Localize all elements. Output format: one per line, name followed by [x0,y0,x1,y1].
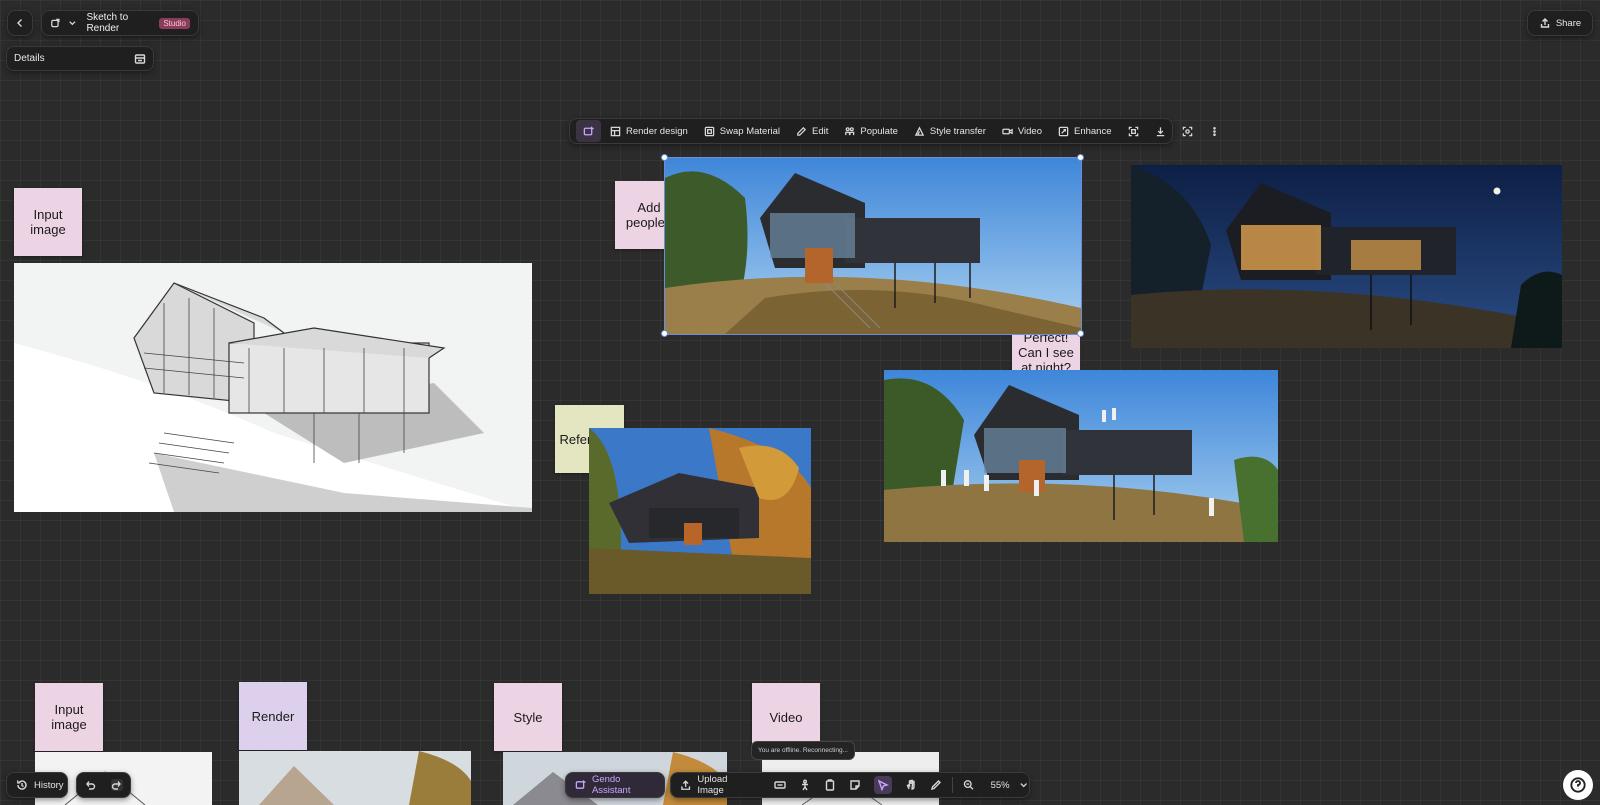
download-icon [1156,126,1164,136]
reference-image[interactable] [589,428,811,594]
style-icon [914,125,925,136]
render-people-image[interactable] [884,370,1278,542]
chevron-left-icon [17,19,22,27]
details-label: Details [14,53,45,64]
selection-handle-ne[interactable] [1077,154,1084,161]
panel-toggle-icon[interactable] [134,53,146,65]
download-button[interactable] [1148,120,1173,142]
edit-label: Edit [812,125,829,137]
swap-material-button[interactable]: Swap Material [697,120,787,142]
populate-label: Populate [860,125,898,137]
assistant-tool-button[interactable] [576,120,601,142]
hand-icon[interactable] [905,779,917,791]
note-input-image-2[interactable]: Input image [35,683,103,751]
person-icon[interactable] [799,779,811,791]
render-night-image[interactable] [1131,165,1562,348]
zoom-level[interactable]: 55% [991,780,1010,791]
enhance-button[interactable]: Enhance [1051,120,1119,142]
sticky-note-icon[interactable] [849,779,861,791]
share-icon [1540,18,1550,28]
image-action-toolbar: Render design Swap Material Edit Populat… [569,118,1216,144]
redo-icon[interactable] [110,779,123,791]
video-label: Video [1017,125,1042,137]
undo-icon[interactable] [84,779,96,791]
render-icon [610,126,621,136]
more-vertical-icon [1212,126,1216,136]
note-style[interactable]: Style [494,683,562,751]
edit-icon [797,126,807,136]
plan-badge: Studio [159,17,190,29]
back-button[interactable] [7,10,33,36]
focus-button[interactable] [1175,120,1200,142]
chevron-down-icon[interactable] [1018,779,1029,791]
assistant-button[interactable]: Gendo Assistant [565,772,665,798]
render-day-image[interactable] [664,157,1082,335]
assistant-icon [575,780,586,789]
crop-button[interactable] [1121,120,1146,142]
video-icon [1002,128,1013,134]
upload-label: Upload Image [697,774,728,796]
select-tool-button[interactable] [874,776,893,794]
history-label: History [34,779,64,791]
history-icon [16,780,27,790]
assistant-label: Gendo Assistant [591,774,631,796]
pointer-icon [878,779,890,791]
pen-square-icon [51,18,60,28]
render-design-label: Render design [626,125,688,137]
swap-material-label: Swap Material [719,125,780,137]
enhance-icon [1058,126,1069,136]
selection-handle-nw[interactable] [661,154,668,161]
enhance-label: Enhance [1074,125,1112,137]
more-options-button[interactable] [1202,120,1227,142]
zoom-out-icon[interactable] [963,779,974,791]
people-icon [845,126,855,135]
pencil-icon[interactable] [930,779,942,791]
bottom-render-image[interactable] [239,751,471,805]
undo-redo-group [76,772,131,798]
edit-button[interactable]: Edit [789,120,835,142]
help-icon [1570,777,1586,793]
upload-image-button[interactable]: Upload Image [671,774,762,796]
details-panel[interactable]: Details [6,46,154,71]
clipboard-icon[interactable] [824,779,836,791]
crop-icon [1128,126,1138,136]
material-icon [704,126,715,136]
chevron-down-icon[interactable] [67,17,78,29]
note-input-image[interactable]: Input image [14,188,82,256]
project-title: Sketch to Render [86,12,129,34]
project-header[interactable]: Sketch to Render Studio [41,10,199,36]
share-button[interactable]: Share [1527,10,1593,36]
share-label: Share [1555,17,1582,29]
offline-toast: You are offline. Reconnecting... [751,741,855,760]
upload-icon [681,780,691,790]
style-transfer-button[interactable]: Style transfer [907,120,993,142]
video-button[interactable]: Video [995,120,1049,142]
note-render[interactable]: Render [239,682,307,750]
render-design-button[interactable]: Render design [603,120,695,142]
selection-handle-se[interactable] [1077,330,1084,337]
text-box-icon[interactable] [774,779,786,791]
focus-icon [1182,126,1192,136]
help-button[interactable] [1563,770,1593,800]
populate-button[interactable]: Populate [837,120,905,142]
selection-handle-sw[interactable] [661,330,668,337]
assistant-icon [583,126,594,135]
history-button[interactable]: History [6,772,68,798]
style-transfer-label: Style transfer [929,125,986,137]
bottom-tool-bar: Upload Image 55% [670,772,1030,798]
sketch-input-image[interactable] [14,263,532,512]
